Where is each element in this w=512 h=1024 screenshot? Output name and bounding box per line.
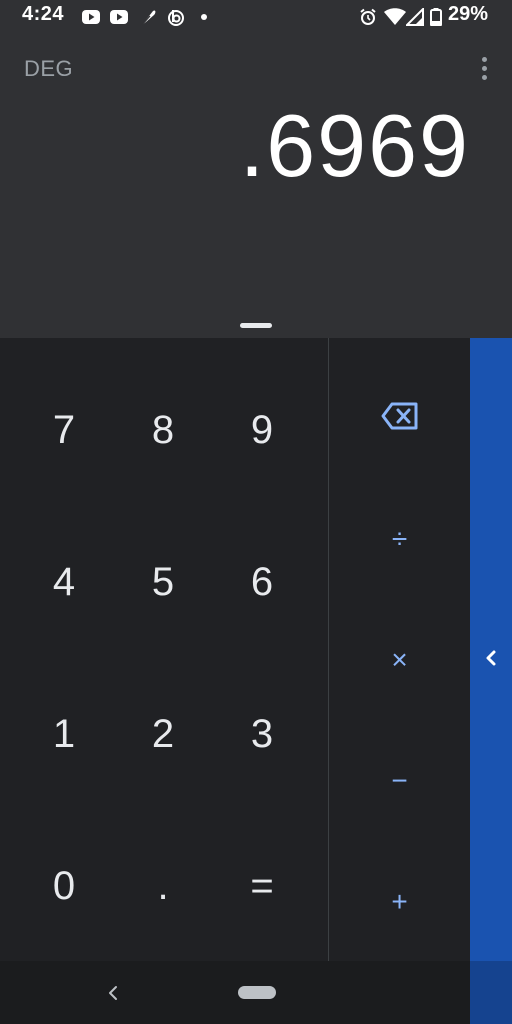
multiply-key[interactable]: ×	[329, 600, 470, 720]
decimal-point-key[interactable]: .	[113, 826, 213, 946]
alarm-icon	[360, 8, 376, 25]
divide-key[interactable]: ÷	[329, 479, 470, 599]
history-drag-handle[interactable]	[240, 323, 272, 328]
youtube-icon	[82, 10, 100, 24]
add-key[interactable]: +	[329, 842, 470, 962]
wifi-icon	[384, 8, 406, 25]
b-circle-icon	[168, 10, 184, 26]
navigation-bar	[0, 961, 470, 1024]
backspace-button[interactable]	[329, 356, 470, 476]
backspace-icon	[381, 402, 417, 430]
result-display: .6969	[239, 96, 470, 195]
home-pill-button[interactable]	[238, 986, 276, 999]
battery-percentage: 29%	[447, 3, 488, 25]
key-9[interactable]: 9	[212, 370, 312, 490]
dot-icon	[201, 14, 207, 20]
operator-column: ÷ × − +	[329, 338, 470, 961]
battery-icon	[430, 8, 442, 26]
key-0[interactable]: 0	[14, 826, 114, 946]
more-options-icon[interactable]	[474, 54, 494, 82]
advanced-panel-footer	[470, 961, 512, 1024]
feather-icon	[141, 10, 156, 26]
key-4[interactable]: 4	[14, 522, 114, 642]
key-3[interactable]: 3	[212, 674, 312, 794]
chevron-left-icon	[486, 650, 496, 666]
key-7[interactable]: 7	[14, 370, 114, 490]
key-6[interactable]: 6	[212, 522, 312, 642]
key-1[interactable]: 1	[14, 674, 114, 794]
subtract-key[interactable]: −	[329, 721, 470, 841]
key-2[interactable]: 2	[113, 674, 213, 794]
equals-key[interactable]: =	[212, 826, 312, 946]
back-icon[interactable]	[104, 983, 122, 1003]
signal-icon	[406, 8, 424, 26]
display-panel: DEG .6969	[0, 34, 512, 338]
key-5[interactable]: 5	[113, 522, 213, 642]
status-bar: 4:24 29%	[0, 0, 512, 34]
key-8[interactable]: 8	[113, 370, 213, 490]
status-time: 4:24	[22, 3, 65, 25]
advanced-panel-toggle[interactable]	[470, 338, 512, 1024]
numeric-keypad: 7 8 9 4 5 6 1 2 3 0 . =	[0, 338, 328, 961]
youtube-icon	[110, 10, 128, 24]
angle-mode-indicator[interactable]: DEG	[24, 56, 73, 82]
